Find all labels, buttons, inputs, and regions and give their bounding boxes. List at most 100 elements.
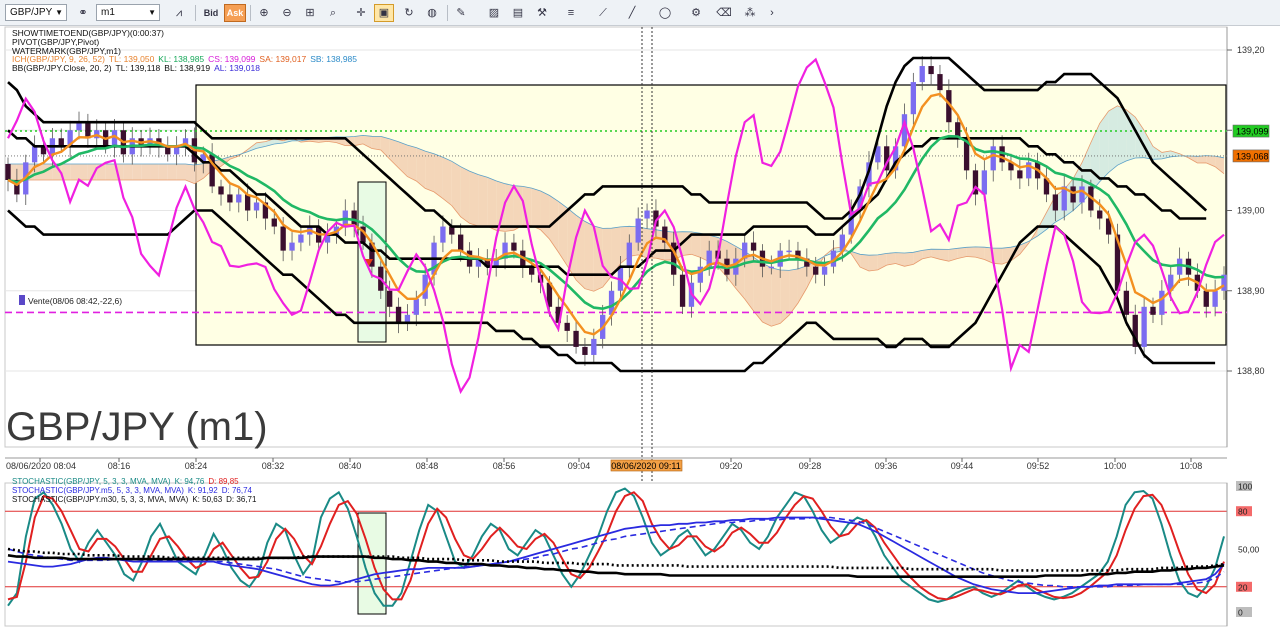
cloud-segment [993, 248, 1003, 265]
stoch-3-d: D: 36,71 [226, 495, 257, 504]
cloud-segment [132, 163, 142, 181]
cloud-segment [176, 163, 186, 181]
refresh-icon[interactable]: ↻ [399, 4, 419, 22]
svg-text:20: 20 [1238, 582, 1248, 592]
objects-icon[interactable]: ⁂ [740, 4, 760, 22]
cloud-segment [167, 163, 177, 181]
zoom-fit-icon[interactable]: ⊞ [300, 4, 320, 22]
image-icon[interactable]: ▨ [484, 4, 504, 22]
cloud-segment [460, 166, 470, 224]
stoch-tick-label: 0 [1236, 607, 1252, 618]
time-tick-label: 08:48 [416, 461, 439, 471]
stoch-3-label: STOCHASTIC(GBP/JPY.m30, 5, 3, 3, MVA, MV… [12, 495, 189, 504]
template-icon[interactable]: ▤ [508, 4, 528, 22]
timeframe-select[interactable]: m1 ▼ [96, 4, 160, 21]
cloud-segment [70, 163, 80, 181]
zoom-area-icon[interactable]: ⌕ [323, 4, 343, 22]
cloud-segment [478, 174, 488, 227]
cloud-segment [904, 252, 914, 267]
eraser-icon[interactable]: ⌫ [714, 4, 734, 22]
stochastic-pane[interactable]: STOCHASTIC(GBP/JPY, 5, 3, 3, MVA, MVA) K:… [4, 477, 1260, 627]
price-pane[interactable] [4, 26, 1228, 448]
crosshair-icon[interactable]: ✛ [351, 4, 371, 22]
globe-icon[interactable]: ◍ [422, 4, 442, 22]
time-tick-label: 08:16 [108, 461, 131, 471]
cloud-segment [886, 252, 896, 266]
settings-icon[interactable]: ⚙ [686, 4, 706, 22]
time-tick-label: 08:24 [185, 461, 208, 471]
trade-marker[interactable]: Vente(08/06 08:42,-22,6) [19, 295, 122, 306]
bid-button[interactable]: Bid [200, 4, 222, 22]
bb-label: BB(GBP/JPY.Close, 20, 2) [12, 63, 112, 73]
time-tick-label: 08/06/2020 08:04 [6, 461, 76, 471]
shape-icon[interactable]: ◯ [655, 4, 675, 22]
cloud-segment [762, 263, 772, 327]
svg-text:50,00: 50,00 [1238, 545, 1260, 555]
price-label: 139,099 [1232, 124, 1270, 138]
stoch-2-k: K: 91,92 [188, 486, 218, 495]
price-tick-label: 138,80 [1237, 366, 1265, 376]
time-tick-label: 08:40 [339, 461, 362, 471]
time-tick-label: 10:00 [1104, 461, 1127, 471]
cloud-segment [1197, 155, 1207, 164]
time-tick-label: 09:44 [951, 461, 974, 471]
stoch-tick-label: 100 [1236, 481, 1252, 492]
chart-area[interactable]: GBP/JPY (m1) SHOWTIMETOEND(GBP/JPY)(0:00… [0, 26, 1280, 627]
pencil-icon[interactable]: ✎ [451, 4, 471, 22]
cloud-segment [150, 163, 159, 181]
time-tick-label: 09:28 [799, 461, 822, 471]
cloud-segment [407, 145, 417, 182]
time-tick-label: 09:04 [568, 461, 591, 471]
trendline-icon[interactable]: ╱ [622, 4, 642, 22]
trade-marker-label: Vente(08/06 08:42,-22,6) [28, 296, 122, 306]
symbol-label: GBP/JPY [10, 7, 53, 18]
menu-lines-icon[interactable]: ≡ [561, 4, 581, 22]
tooltip-icon[interactable]: ▣ [374, 4, 394, 22]
ask-button[interactable]: Ask [224, 4, 246, 22]
svg-text:139,068: 139,068 [1236, 151, 1269, 161]
more-icon[interactable]: › [762, 4, 782, 22]
cloud-segment [771, 267, 781, 327]
tools-icon[interactable]: ⚒ [532, 4, 552, 22]
price-tick-label: 139,20 [1237, 45, 1265, 55]
fan-icon[interactable]: ⟋ [593, 4, 613, 22]
stoch-2-label: STOCHASTIC(GBP/JPY.m5, 5, 3, 3, MVA, MVA… [12, 486, 184, 495]
stoch-tick-label: 50,00 [1238, 545, 1260, 555]
stoch-1-label: STOCHASTIC(GBP/JPY, 5, 3, 3, MVA, MVA) [12, 477, 171, 486]
cursor-time-label: 08/06/2020 09:11 [610, 459, 683, 472]
time-tick-label: 10:08 [1180, 461, 1203, 471]
stoch-legend-2: STOCHASTIC(GBP/JPY.m5, 5, 3, 3, MVA, MVA… [12, 486, 253, 495]
range-box[interactable] [195, 84, 1227, 346]
cloud-segment [531, 188, 541, 230]
cloud-segment [487, 177, 497, 231]
stoch-3-k: K: 50,63 [192, 495, 222, 504]
bb-legend: BB(GBP/JPY.Close, 20, 2) TL: 139,118 BL: 1… [12, 63, 260, 73]
symbol-select[interactable]: GBP/JPY ▼ [5, 4, 67, 21]
bb-al: AL: 139,018 [214, 63, 260, 73]
trade-marker-icon [19, 295, 25, 305]
stoch-2-d: D: 76,74 [222, 486, 253, 495]
cloud-segment [780, 270, 790, 324]
bb-tl: TL: 139,118 [116, 63, 161, 73]
time-tick-label: 09:36 [875, 461, 898, 471]
chart-type-icon[interactable]: ⩘ [169, 4, 189, 22]
stoch-1-d: D: 89,85 [208, 477, 239, 486]
time-tick-label: 08:32 [262, 461, 285, 471]
cloud-segment [105, 163, 115, 181]
cloud-segment [141, 163, 151, 181]
svg-text:80: 80 [1238, 507, 1248, 517]
cloud-segment [868, 254, 878, 271]
cloud-segment [425, 151, 435, 192]
stoch-tick-label: 20 [1236, 581, 1252, 592]
cloud-segment [1108, 105, 1118, 173]
cloud-segment [442, 157, 452, 206]
zoom-out-icon[interactable]: ⊖ [277, 4, 297, 22]
cloud-segment [371, 136, 381, 150]
ich-sa: SA: 139,017 [259, 54, 306, 64]
zoom-in-icon[interactable]: ⊕ [254, 4, 274, 22]
cloud-segment [966, 246, 976, 258]
chevron-down-icon: ▼ [148, 8, 156, 17]
stoch-legend-3: STOCHASTIC(GBP/JPY.m30, 5, 3, 3, MVA, MV… [12, 495, 257, 504]
svg-text:08/06/2020 09:11: 08/06/2020 09:11 [611, 461, 680, 471]
link-icon[interactable]: ⚭ [73, 4, 93, 22]
